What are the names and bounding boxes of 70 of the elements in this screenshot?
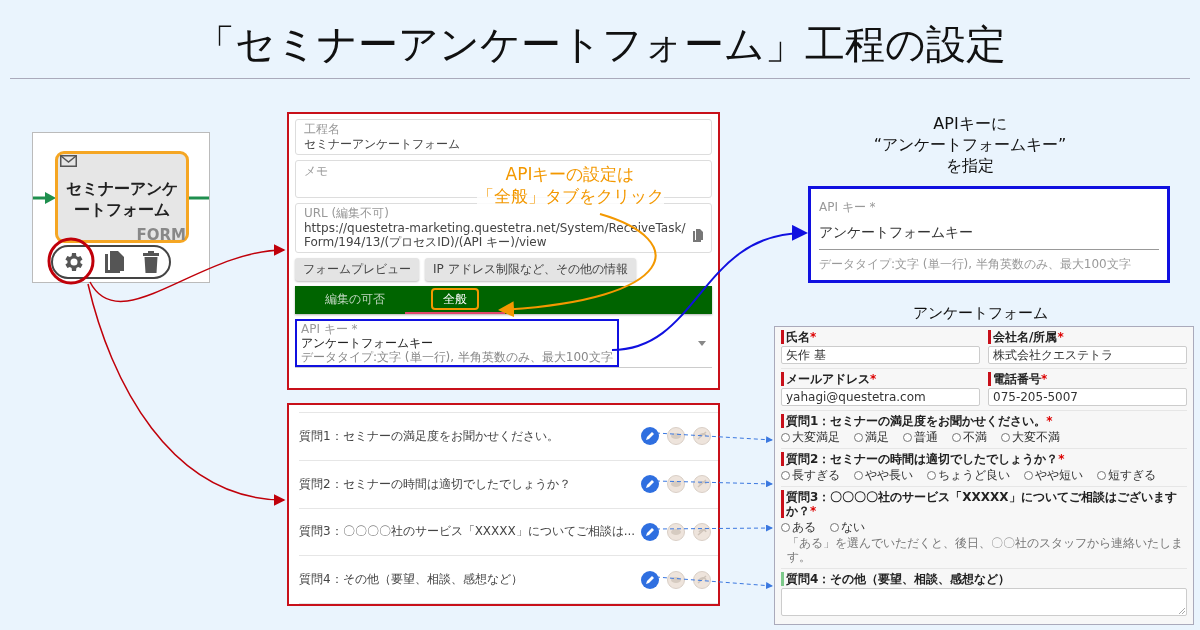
highlight-circle — [47, 237, 95, 285]
resize-grip-icon[interactable] — [1179, 608, 1185, 614]
field-label: API キー * — [301, 322, 359, 336]
tool-button[interactable]: IP アドレス制限など、その他の情報 — [425, 258, 636, 281]
radio-option[interactable]: ちょうど良い — [927, 468, 1010, 482]
eye-icon[interactable] — [667, 522, 685, 541]
tab[interactable]: 全般 — [405, 286, 505, 314]
text-field[interactable]: 株式会社クエステトラ — [988, 346, 1187, 364]
callout-line: “アンケートフォームキー” — [873, 134, 1067, 155]
field-value: アンケートフォームキー — [819, 216, 1159, 250]
callout-line: を指定 — [946, 155, 994, 176]
text-field[interactable]: 075-205-5007 — [988, 388, 1187, 406]
radio-option[interactable]: ない — [830, 520, 865, 534]
eye-icon[interactable] — [667, 570, 685, 589]
page-title: 「セミナーアンケートフォーム」工程の設定 — [193, 20, 1007, 69]
field-label: 工程名 — [304, 122, 340, 136]
radio-option[interactable]: 満足 — [854, 430, 889, 444]
field-label: URL (編集不可) — [304, 206, 389, 220]
trash-icon[interactable] — [142, 250, 161, 274]
hidden-icon[interactable] — [693, 522, 711, 541]
callout-line: APIキーに — [933, 113, 1007, 134]
dropdown-caret-icon[interactable] — [698, 340, 706, 346]
flow-arrow — [33, 191, 57, 205]
radio-option[interactable]: 大変不満 — [1001, 430, 1060, 444]
question-text: 質問3：〇〇〇〇社のサービス「XXXXX」についてご相談は... — [299, 523, 637, 541]
task-name: セミナーアンケートフォーム — [65, 178, 179, 220]
question-label: 質問2：セミナーの時間は適切でしたでしょうか？* — [781, 452, 1187, 466]
field-label: API キー * — [819, 199, 877, 216]
envelope-icon — [60, 155, 77, 167]
radio-option[interactable]: ある — [781, 520, 816, 534]
radio-option[interactable]: やや短い — [1024, 468, 1083, 482]
copy-icon[interactable] — [693, 228, 703, 242]
field-label: メモ — [304, 164, 328, 178]
field-hint: データタイプ:文字 (単一行), 半角英数のみ、最大100文字 — [819, 256, 1132, 273]
help-text: 「ある」を選んでいただくと、後日、〇〇社のスタッフから連絡いたします。 — [786, 536, 1184, 564]
api-key-field[interactable]: API キー * アンケートフォームキー データタイプ:文字 (単一行), 半角英数のみ、最大100文字 — [808, 186, 1170, 283]
tool-button[interactable]: フォームプレビュー — [295, 258, 419, 281]
task-node[interactable]: セミナーアンケートフォーム FORM — [55, 151, 189, 243]
question-text: 質問2：セミナーの時間は適切でしたでしょうか？ — [299, 475, 572, 493]
eye-icon[interactable] — [667, 427, 685, 446]
api-key-field[interactable]: API キー * アンケートフォームキー データタイプ:文字 (単一行), 半角英数のみ、最大100文字 — [295, 319, 619, 367]
process-name-field[interactable]: 工程名 セミナーアンケートフォーム — [295, 119, 712, 155]
radio-option[interactable]: 大変満足 — [781, 430, 840, 444]
eye-icon[interactable] — [667, 475, 685, 494]
edit-icon[interactable] — [641, 475, 659, 494]
question-label: 質問3：〇〇〇〇社のサービス「XXXXX」についてご相談はございますか？* — [781, 490, 1187, 518]
highlight-frame — [431, 288, 479, 310]
field-value: セミナーアンケートフォーム — [304, 137, 460, 151]
task-type-label: FORM — [136, 226, 186, 244]
question-text: 質問1：セミナーの満足度をお聞かせください。 — [299, 427, 560, 445]
edit-icon[interactable] — [641, 427, 659, 446]
radio-option[interactable]: 長すぎる — [781, 468, 840, 482]
hidden-icon[interactable] — [693, 475, 711, 494]
radio-option[interactable]: 短すぎる — [1097, 468, 1156, 482]
hidden-icon[interactable] — [693, 427, 711, 446]
text-field[interactable]: yahagi@questetra.com — [781, 388, 980, 406]
tab[interactable]: 編集の可否 — [305, 286, 405, 314]
form-title: アンケートフォーム — [911, 304, 1049, 323]
edit-icon[interactable] — [641, 570, 659, 589]
text-field[interactable]: 矢作 基 — [781, 346, 980, 364]
hidden-icon[interactable] — [693, 570, 711, 589]
question-label: 質問1：セミナーの満足度をお聞かせください。* — [781, 414, 1187, 428]
radio-option[interactable]: 普通 — [903, 430, 938, 444]
question-text: 質問4：その他（要望、相談、感想など） — [299, 571, 524, 589]
field-hint: データタイプ:文字 (単一行), 半角英数のみ、最大100文字 — [301, 350, 613, 364]
radio-option[interactable]: 不満 — [952, 430, 987, 444]
field-value: アンケートフォームキー — [301, 336, 434, 350]
copy-icon[interactable] — [103, 250, 125, 274]
edit-icon[interactable] — [641, 522, 659, 541]
radio-option[interactable]: やや長い — [854, 468, 913, 482]
